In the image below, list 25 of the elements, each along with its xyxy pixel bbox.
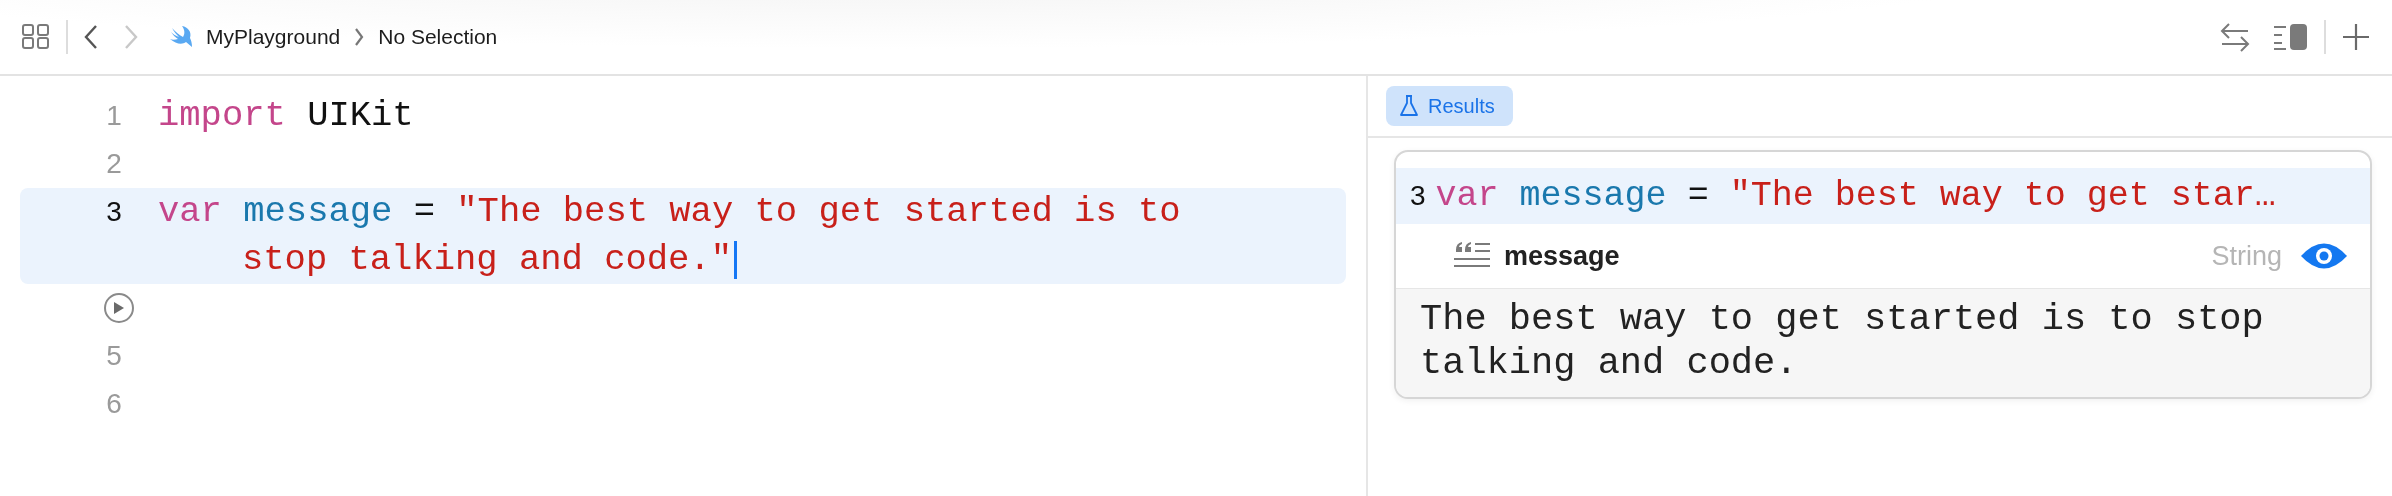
value-text: The best way to get started is to stop talking and code. — [1396, 289, 2370, 397]
eye-icon[interactable] — [2300, 241, 2348, 271]
line-number: 5 — [106, 339, 122, 373]
line-number: 3 — [106, 195, 122, 229]
line-number: 3 — [1410, 180, 1426, 212]
play-icon — [113, 301, 125, 315]
variable-name: message — [1504, 240, 1620, 272]
inspector-icon[interactable] — [2274, 24, 2308, 50]
code-line: var message = "The best way to get star… — [1435, 176, 2276, 216]
type-label: String — [2211, 240, 2282, 272]
line-number: 6 — [106, 387, 122, 421]
code-line: var message = "The best way to get started is to stop talking and code." — [158, 191, 1182, 280]
line-number: 1 — [106, 99, 122, 133]
breadcrumb-item[interactable]: No Selection — [378, 25, 498, 49]
flask-icon — [1400, 95, 1418, 117]
grid-icon[interactable] — [22, 24, 50, 50]
add-icon[interactable] — [2342, 23, 2370, 51]
chevron-icon — [354, 27, 365, 47]
line-number: 2 — [106, 147, 122, 181]
bird-icon — [168, 25, 194, 49]
project-name[interactable]: MyPlayground — [206, 25, 341, 49]
swap-arrows-icon[interactable] — [2220, 22, 2250, 52]
back-icon[interactable] — [84, 24, 98, 50]
code-line: import UIKit — [158, 95, 414, 136]
run-button[interactable] — [104, 293, 134, 323]
